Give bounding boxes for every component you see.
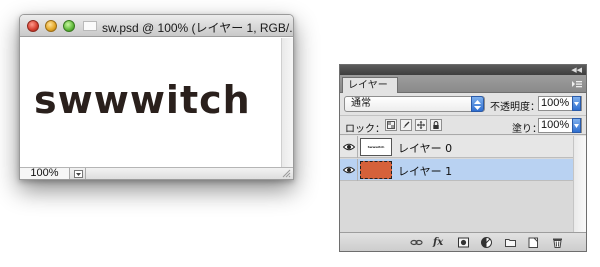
status-menu-button[interactable] <box>72 168 86 179</box>
document-proxy-icon[interactable] <box>83 21 97 31</box>
link-layers-icon[interactable] <box>410 236 423 249</box>
opacity-dropdown-button[interactable] <box>572 96 581 111</box>
document-titlebar[interactable]: sw.psd @ 100% (レイヤー 1, RGB/... <box>20 15 293 37</box>
new-layer-icon[interactable] <box>527 236 540 249</box>
brush-icon <box>403 121 410 128</box>
lock-transparent-pixels-button[interactable] <box>385 119 397 131</box>
checkerboard-icon <box>387 121 395 129</box>
move-arrows-icon <box>417 121 425 129</box>
opacity-value: 100% <box>541 97 570 109</box>
blend-mode-stepper[interactable] <box>471 96 484 112</box>
visibility-toggle[interactable] <box>340 159 358 181</box>
add-mask-icon[interactable] <box>457 236 470 249</box>
layer-thumbnail <box>360 161 392 179</box>
minimize-window-button[interactable] <box>45 20 57 32</box>
lock-position-button[interactable] <box>415 119 427 131</box>
resize-grip-icon[interactable] <box>282 169 291 178</box>
adjustment-layer-icon[interactable] <box>480 236 493 249</box>
lock-image-pixels-button[interactable] <box>400 119 412 131</box>
lock-icon <box>433 121 439 129</box>
document-canvas[interactable]: swwwitch <box>20 38 283 168</box>
zoom-level-field[interactable]: 100% <box>20 168 70 179</box>
fill-field[interactable]: 100% <box>538 118 582 133</box>
fx-icon[interactable]: fx <box>433 236 446 249</box>
layer-list: Swwwitch レイヤー 0 レイヤー 1 <box>340 136 573 233</box>
document-window: sw.psd @ 100% (レイヤー 1, RGB/... swwwitch … <box>19 14 294 180</box>
trash-icon[interactable] <box>551 236 564 249</box>
panel-menu-icon[interactable] <box>571 79 582 89</box>
fill-value: 100% <box>541 119 570 131</box>
lock-label: ロック： <box>345 124 385 135</box>
blend-mode-select[interactable]: 通常 <box>344 96 485 112</box>
document-title: sw.psd @ 100% (レイヤー 1, RGB/... <box>102 21 294 35</box>
layer-row[interactable]: Swwwitch レイヤー 0 <box>340 136 573 158</box>
lock-all-button[interactable] <box>430 119 442 131</box>
opacity-field[interactable]: 100% <box>538 96 582 111</box>
collapse-panel-icon[interactable]: ◀◀ <box>571 66 582 74</box>
chevron-down-icon <box>574 124 579 128</box>
chevron-down-icon <box>574 102 579 106</box>
up-down-arrows-icon <box>474 100 481 110</box>
visibility-toggle[interactable] <box>340 136 358 158</box>
status-arrow-icon <box>74 169 83 178</box>
layer-name[interactable]: レイヤー 0 <box>398 140 452 156</box>
blend-mode-value: 通常 <box>351 98 371 109</box>
artwork-text: swwwitch <box>34 78 251 122</box>
document-vertical-scrollbar[interactable] <box>281 38 293 168</box>
eye-icon <box>342 143 355 151</box>
zoom-window-button[interactable] <box>63 20 75 32</box>
layer-thumbnail: Swwwitch <box>360 138 392 156</box>
panel-header-bar[interactable]: ◀◀ <box>340 65 586 75</box>
close-window-button[interactable] <box>27 20 39 32</box>
eye-icon <box>342 166 355 174</box>
opacity-label: 不透明度： <box>490 102 540 113</box>
layers-panel: ◀◀ レイヤー 通常 不透明度： 100% ロック： 塗り： 100% Swww… <box>339 64 587 252</box>
panel-footer: fx <box>340 232 586 251</box>
thumbnail-text: Swwwitch <box>367 145 385 149</box>
lock-row: ロック： 塗り： 100% <box>340 115 586 135</box>
layer-row-selected[interactable]: レイヤー 1 <box>340 159 573 181</box>
document-status-bar: 100% <box>20 167 293 179</box>
panel-tab-row: レイヤー <box>340 75 586 93</box>
new-group-icon[interactable] <box>504 236 517 249</box>
layer-name[interactable]: レイヤー 1 <box>398 163 452 179</box>
fill-dropdown-button[interactable] <box>572 118 581 133</box>
layer-list-scrollbar[interactable] <box>573 136 586 233</box>
tab-layers[interactable]: レイヤー <box>342 77 398 93</box>
